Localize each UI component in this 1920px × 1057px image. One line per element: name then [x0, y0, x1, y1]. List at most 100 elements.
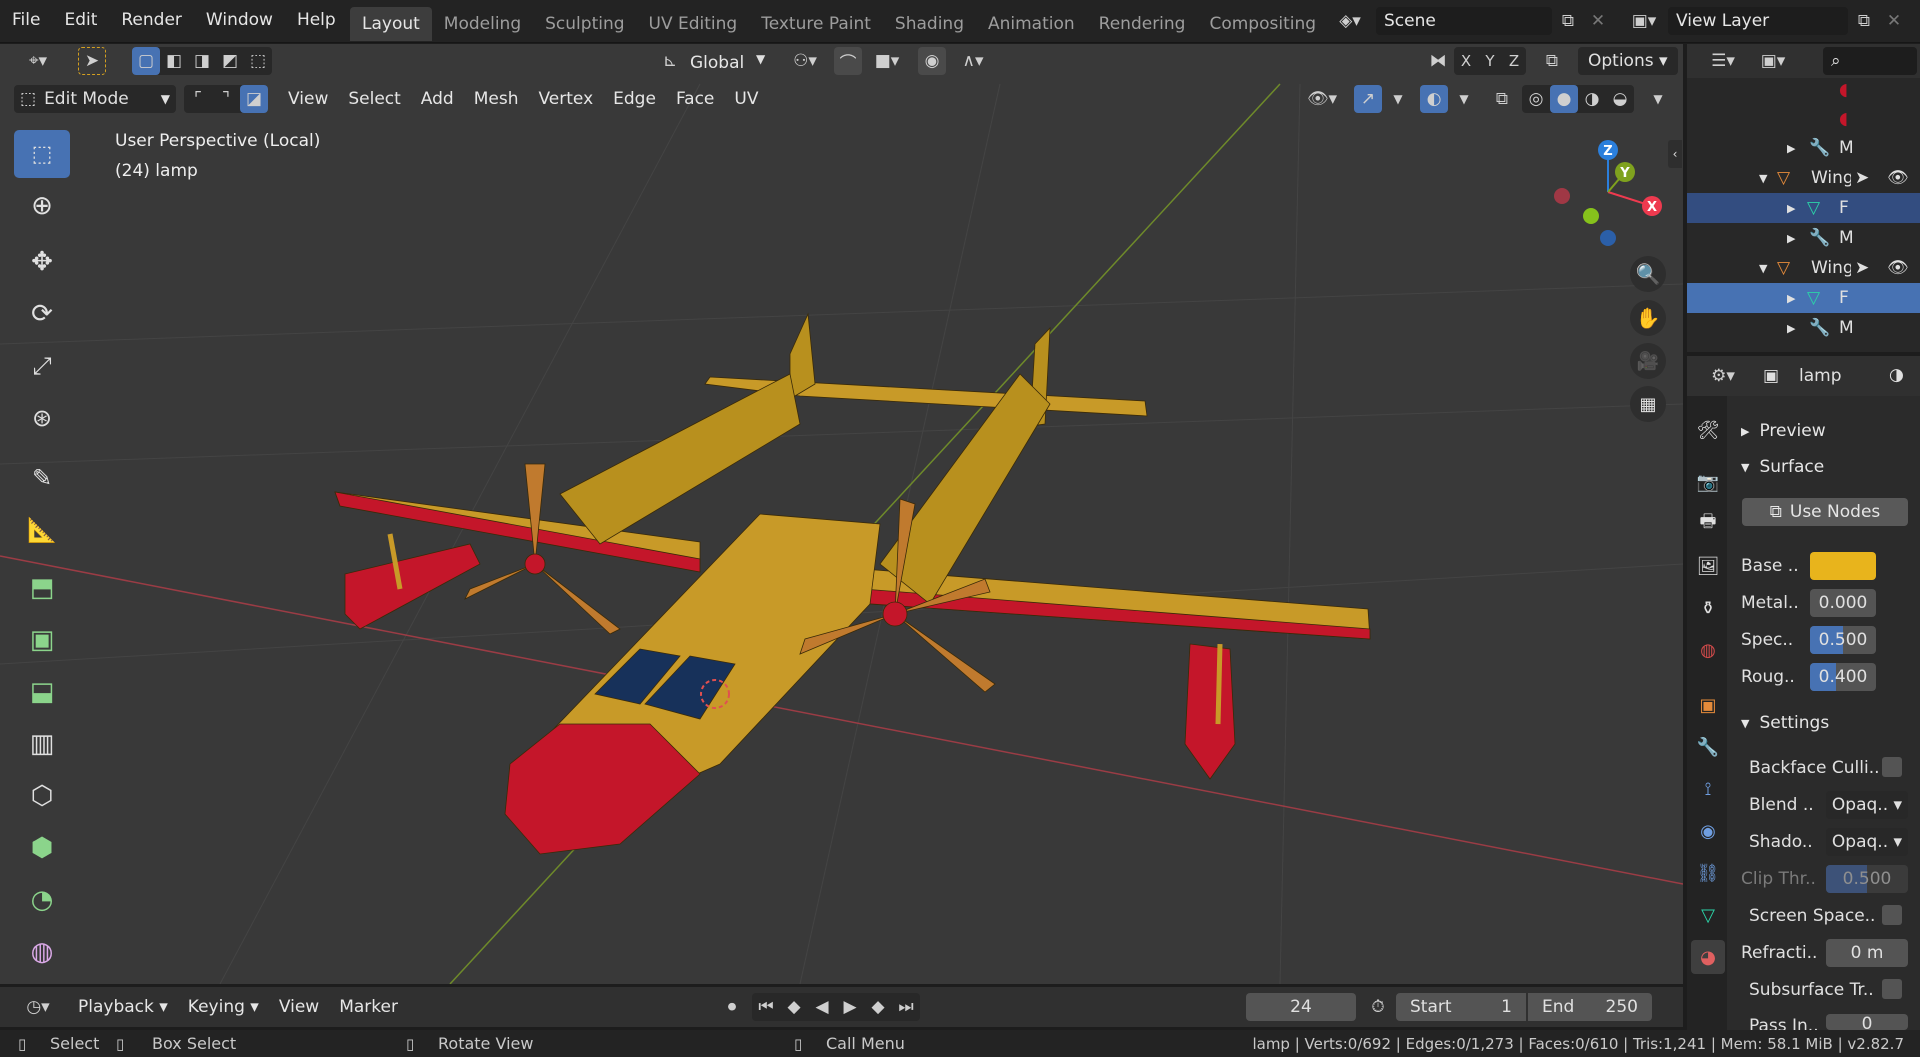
new-view-layer-icon[interactable]: ⧉ [1850, 7, 1878, 35]
tool-measure[interactable]: 📐 [14, 506, 70, 554]
menu-playback[interactable]: Playback ▾ [68, 997, 178, 1017]
tab-rendering[interactable]: Rendering [1087, 7, 1198, 41]
base-color-swatch[interactable] [1810, 552, 1876, 580]
tool-poly-build[interactable]: ⬢ [14, 824, 70, 872]
metallic-field[interactable]: 0.000 [1810, 589, 1876, 617]
snap-target-icon[interactable]: ■▾ [866, 47, 908, 75]
pivot-point-icon[interactable]: ⚇▾ [784, 47, 826, 75]
tab-animation[interactable]: Animation [976, 7, 1087, 41]
menu-vertex[interactable]: Vertex [528, 89, 603, 109]
select-extend-icon[interactable]: ◧ [160, 47, 188, 75]
menu-window[interactable]: Window [194, 0, 285, 43]
backface-culling-checkbox[interactable] [1882, 757, 1902, 777]
tool-rotate[interactable]: ⟳ [14, 290, 70, 338]
expand-arrow-icon[interactable]: ▶ [1787, 292, 1795, 305]
select-new-icon[interactable]: ▢ [132, 47, 160, 75]
output-tab-icon[interactable]: 🖶 [1691, 507, 1725, 541]
prev-keyframe-icon[interactable]: ◆ [780, 993, 808, 1021]
3d-viewport[interactable]: User Perspective (Local) (24) lamp Z Y X… [0, 44, 1683, 984]
specular-field[interactable]: 0.500 [1810, 626, 1876, 654]
mirror-z[interactable]: Z [1502, 47, 1526, 75]
overlays-toggle-icon[interactable]: ◐ [1420, 85, 1448, 113]
refraction-depth-field[interactable]: 0 m [1826, 939, 1908, 967]
ssr-checkbox[interactable] [1882, 905, 1902, 925]
outliner-row[interactable]: ▼ ▽ Wing ➤ 👁 [1687, 163, 1920, 193]
modifier-tab-icon[interactable]: 🔧 [1691, 730, 1725, 764]
eye-icon[interactable]: 👁 [1887, 258, 1909, 278]
menu-keying[interactable]: Keying ▾ [178, 997, 269, 1017]
select-invert-icon[interactable]: ◩ [216, 47, 244, 75]
tab-sculpting[interactable]: Sculpting [533, 7, 636, 41]
select-arrow-icon[interactable]: ➤ [1855, 168, 1869, 188]
xray-icon[interactable]: ⧉ [1488, 85, 1516, 113]
mode-dropdown[interactable]: ⬚ Edit Mode ▼ [14, 85, 176, 113]
options-dropdown[interactable]: Options ▾ [1578, 47, 1678, 75]
menu-edge[interactable]: Edge [603, 89, 666, 109]
editor-type-icon[interactable]: ⌖▾ [18, 47, 58, 75]
tool-move[interactable]: ✥ [14, 238, 70, 286]
object-tab-icon[interactable]: ▣ [1691, 688, 1725, 722]
edge-select-icon[interactable]: ⌝ [212, 85, 240, 113]
menu-render[interactable]: Render [109, 0, 194, 43]
constraints-tab-icon[interactable]: ⛓ [1691, 856, 1725, 890]
delete-scene-icon[interactable]: ✕ [1584, 7, 1612, 35]
expand-arrow-icon[interactable]: ▶ [1787, 232, 1795, 245]
menu-timeline-view[interactable]: View [269, 997, 329, 1017]
vertex-select-icon[interactable]: ⌜ [184, 85, 212, 113]
scene-tab-icon[interactable]: ⚱ [1691, 591, 1725, 625]
tool-annotate[interactable]: ✎ [14, 454, 70, 502]
falloff-icon[interactable]: ∧▾ [952, 47, 994, 75]
display-mode-icon[interactable]: ☰▾ [1701, 47, 1745, 75]
expand-arrow-icon[interactable]: ▶ [1787, 322, 1795, 335]
mirror-icon[interactable]: ⧓ [1424, 47, 1452, 75]
outliner-search-input[interactable]: ⌕ [1823, 47, 1917, 75]
pass-index-field[interactable]: 0 [1826, 1014, 1908, 1030]
expand-arrow-icon[interactable]: ▶ [1787, 142, 1795, 155]
surface-panel-header[interactable]: ▼ Surface [1741, 457, 1824, 477]
view-layer-field[interactable]: View Layer [1668, 7, 1848, 35]
menu-add[interactable]: Add [411, 89, 464, 109]
tool-transform[interactable]: ⊛ [14, 394, 70, 442]
transform-orientation-field[interactable]: Global [690, 53, 744, 73]
outliner-row[interactable]: ◖ [1687, 75, 1920, 105]
outliner-row[interactable]: ▶ 🔧 M [1687, 133, 1920, 163]
subsurface-checkbox[interactable] [1882, 979, 1902, 999]
outliner-row[interactable]: ▼ ▽ Wing ➤ 👁 [1687, 253, 1920, 283]
preview-panel-header[interactable]: ▶ Preview [1741, 421, 1826, 441]
visibility-icon[interactable]: 👁▾ [1300, 85, 1344, 113]
chevron-down-icon[interactable]: ▼ [1644, 85, 1672, 113]
wireframe-shading-icon[interactable]: ◎ [1522, 85, 1550, 113]
tab-compositing[interactable]: Compositing [1197, 7, 1328, 41]
start-frame-field[interactable]: Start 1 [1396, 993, 1526, 1021]
rendered-shading-icon[interactable]: ◒ [1606, 85, 1634, 113]
perspective-toggle-icon[interactable]: ▦ [1630, 386, 1666, 422]
material-shading-icon[interactable]: ◑ [1578, 85, 1606, 113]
chevron-down-icon[interactable]: ▼ [1384, 85, 1412, 113]
outliner-row[interactable]: ▶ 🔧 M [1687, 223, 1920, 253]
tab-shading[interactable]: Shading [883, 7, 976, 41]
proportional-edit-icon[interactable]: ◉ [918, 47, 946, 75]
stopwatch-icon[interactable]: ⏱ [1364, 993, 1392, 1021]
scene-browse-icon[interactable]: ◈▾ [1330, 7, 1370, 35]
outliner-row[interactable]: ▶ 🔧 M [1687, 313, 1920, 343]
outliner-row[interactable]: ◖ [1687, 104, 1920, 134]
settings-panel-header[interactable]: ▼ Settings [1741, 713, 1829, 733]
chevron-down-icon[interactable]: ▼ [1450, 85, 1478, 113]
tool-loop-cut[interactable]: ▥ [14, 720, 70, 768]
delete-view-layer-icon[interactable]: ✕ [1880, 7, 1908, 35]
mirror-x[interactable]: X [1454, 47, 1478, 75]
record-icon[interactable]: ⏺ [718, 993, 746, 1021]
menu-mesh[interactable]: Mesh [464, 89, 529, 109]
menu-uv[interactable]: UV [724, 89, 768, 109]
select-subtract-icon[interactable]: ◨ [188, 47, 216, 75]
properties-editor-type-icon[interactable]: ⚙▾ [1701, 362, 1745, 390]
select-tool-icon[interactable]: ➤ [78, 47, 106, 75]
menu-help[interactable]: Help [285, 0, 348, 43]
jump-end-icon[interactable]: ⏭ [892, 993, 920, 1021]
pan-hand-icon[interactable]: ✋ [1630, 300, 1666, 336]
material-tab-icon[interactable]: ◕ [1691, 940, 1725, 974]
outliner-row-selected[interactable]: ▶ ▽ F [1687, 193, 1920, 223]
snap-icon[interactable]: ⌒ [834, 47, 862, 75]
menu-marker[interactable]: Marker [329, 997, 408, 1017]
world-tab-icon[interactable]: ◍ [1691, 633, 1725, 667]
